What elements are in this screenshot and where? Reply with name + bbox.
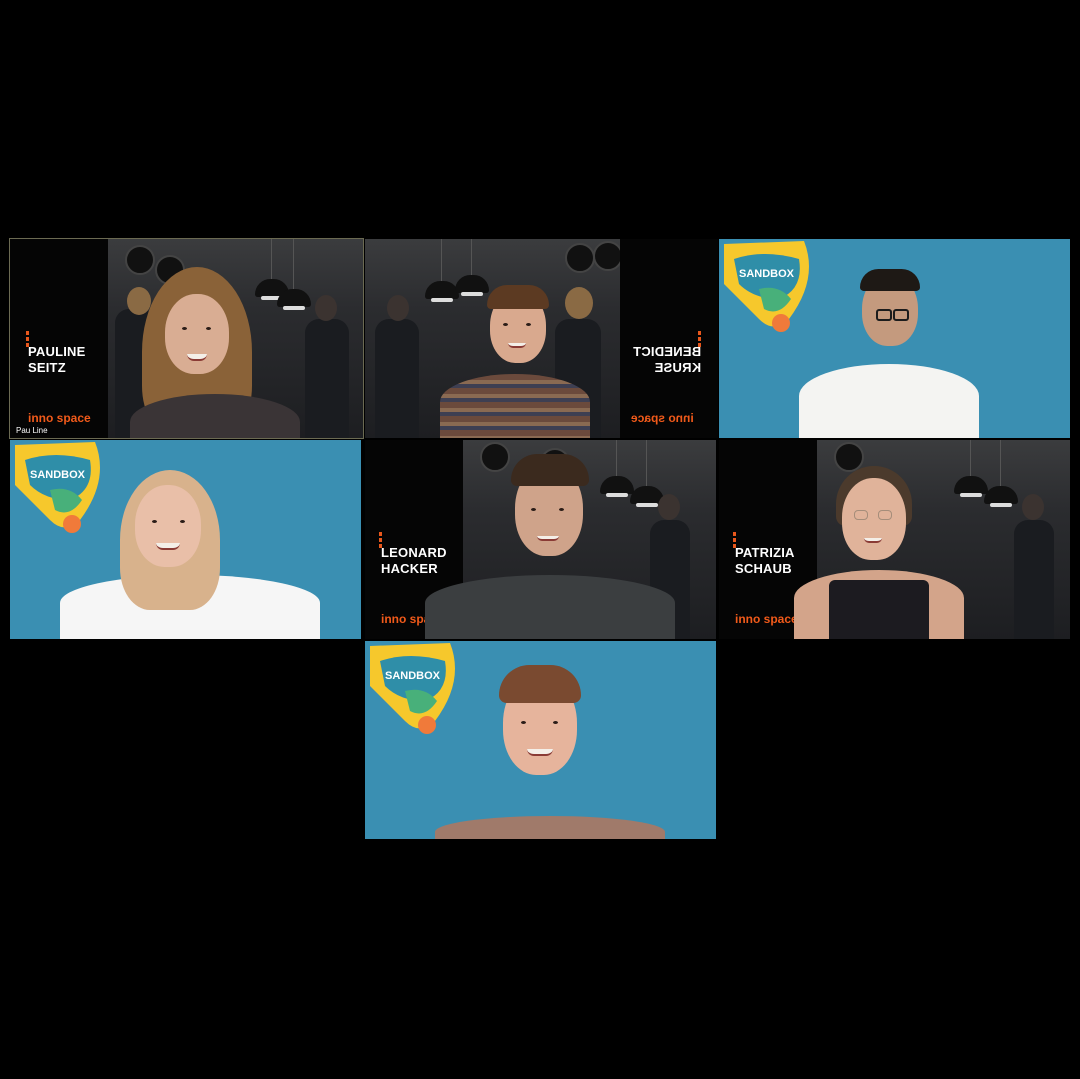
brand-sidebar bbox=[620, 239, 718, 438]
inno-space-logo: inno space bbox=[735, 612, 798, 626]
video-tile-participant-7[interactable]: SANDBOX bbox=[365, 641, 716, 839]
participant-name: PATRIZIA SCHAUB bbox=[735, 545, 795, 576]
participant-video bbox=[440, 279, 600, 438]
sandbox-label: SANDBOX bbox=[385, 670, 441, 682]
sandbox-label: SANDBOX bbox=[739, 268, 795, 280]
video-tile-benedict-kruse[interactable]: BENEDICT KRUSE inno space bbox=[365, 239, 718, 438]
inno-space-logo: inno space bbox=[28, 411, 91, 425]
video-tile-participant-3[interactable]: SANDBOX bbox=[719, 239, 1070, 438]
participant-video bbox=[435, 661, 675, 839]
participant-video bbox=[425, 450, 685, 639]
participant-video bbox=[789, 264, 989, 438]
brand-sidebar bbox=[10, 239, 108, 438]
participant-video bbox=[60, 465, 320, 639]
video-tile-leonard-hacker[interactable]: LEONARD HACKER inno space bbox=[365, 440, 716, 639]
video-tile-participant-4[interactable]: SANDBOX bbox=[10, 440, 361, 639]
participant-name: BENEDICT KRUSE bbox=[633, 344, 702, 375]
participant-video bbox=[794, 460, 974, 639]
participant-name: PAULINE SEITZ bbox=[28, 344, 86, 375]
inno-space-logo: inno space bbox=[631, 411, 694, 425]
video-tile-patrizia-schaub[interactable]: PATRIZIA SCHAUB inno space bbox=[719, 440, 1070, 639]
video-tile-pauline-seitz[interactable]: PAULINE SEITZ inno space Pau Line bbox=[9, 238, 364, 439]
display-name-caption: Pau Line bbox=[14, 426, 50, 435]
participant-video bbox=[130, 259, 310, 438]
